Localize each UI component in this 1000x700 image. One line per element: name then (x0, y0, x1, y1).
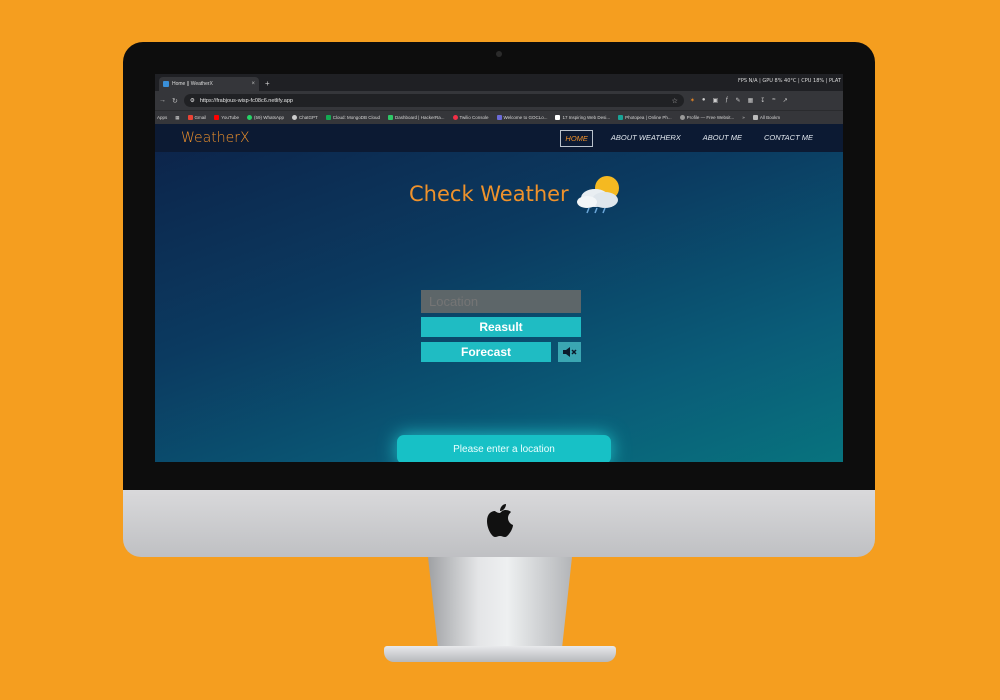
apps-grid-icon[interactable]: ▦ (175, 115, 179, 121)
imac-stand-neck (428, 557, 572, 649)
bookmark-goclo[interactable]: Welcome to GOCLo... (496, 115, 547, 120)
bookmark-photopea[interactable]: Photopea | Online Ph... (618, 115, 672, 120)
camera-icon (496, 51, 502, 57)
new-tab-button[interactable]: + (265, 77, 270, 91)
nav-contact-me[interactable]: CONTACT ME (760, 130, 817, 147)
gmail-icon (187, 115, 193, 120)
reload-icon[interactable]: ↻ (172, 97, 178, 105)
chatgpt-icon (292, 115, 297, 120)
screen: Home || WeatherX × + FPS N/A | GPU 8% 40… (155, 74, 843, 462)
bookmarks-more-button[interactable]: » (742, 115, 745, 120)
result-button[interactable]: Reasult (421, 317, 581, 337)
site-navbar: WeatherX HOME ABOUT WEATHERX ABOUT ME CO… (155, 124, 843, 152)
bookmark-hackerrank[interactable]: Dashboard | HackerRa... (388, 115, 445, 120)
speaker-muted-icon (562, 347, 577, 357)
bookmarks-bar: Apps ▦ Gmail YouTube (59) WhatsApp ChatG… (155, 110, 843, 124)
mongodb-icon (325, 115, 331, 120)
weather-page: WeatherX HOME ABOUT WEATHERX ABOUT ME CO… (155, 124, 843, 462)
extension-icon[interactable]: ▣ (713, 97, 719, 104)
apple-logo-icon (487, 504, 513, 537)
system-stats: FPS N/A | GPU 8% 40°C | CPU 18% | PLAT (738, 78, 841, 84)
download-icon[interactable]: ↧ (760, 97, 765, 104)
web-design-icon (555, 115, 561, 120)
extension-icon[interactable]: ≈ (772, 97, 775, 104)
nav-home[interactable]: HOME (560, 129, 593, 147)
folder-icon (752, 115, 758, 120)
bookmark-youtube[interactable]: YouTube (214, 115, 239, 120)
status-message: Please enter a location (397, 435, 611, 462)
bookmark-chatgpt[interactable]: ChatGPT (292, 115, 318, 120)
extension-icon[interactable]: ● (702, 97, 706, 104)
site-info-icon[interactable]: ⚙ (190, 98, 195, 104)
all-bookmarks[interactable]: All Bookm (752, 115, 780, 120)
extension-icon[interactable]: ✎ (736, 97, 741, 104)
mute-button[interactable] (558, 342, 581, 362)
whatsapp-icon (246, 115, 252, 120)
extension-icon[interactable]: ✶ (690, 97, 695, 104)
bookmark-apps[interactable]: Apps (157, 115, 167, 120)
bookmark-whatsapp[interactable]: (59) WhatsApp (246, 115, 284, 120)
tab-title: Home || WeatherX (172, 81, 213, 87)
goclo-icon (496, 115, 502, 120)
location-input[interactable] (421, 290, 581, 313)
bookmark-gmail[interactable]: Gmail (187, 115, 206, 120)
bookmark-inspiring-web[interactable]: 17 Inspiring Web Desi... (555, 115, 610, 120)
address-bar[interactable]: ⚙ https://frabjous-wisp-fc08c6.netlify.a… (183, 94, 684, 107)
extension-icon[interactable]: ↗ (783, 97, 788, 104)
back-icon[interactable]: → (159, 97, 166, 104)
page-title: Check Weather (409, 182, 569, 206)
nav-about-weatherx[interactable]: ABOUT WEATHERX (607, 130, 685, 147)
weather-cloud-sun-icon (576, 176, 619, 214)
forecast-button[interactable]: Forecast (421, 342, 551, 362)
hackerrank-icon (388, 115, 394, 120)
twilio-icon (452, 115, 458, 120)
brand-logo[interactable]: WeatherX (181, 130, 250, 146)
nav-about-me[interactable]: ABOUT ME (699, 130, 746, 147)
bookmark-star-icon[interactable]: ☆ (672, 97, 678, 105)
bookmark-profile[interactable]: Profile — Free Websit... (679, 115, 734, 120)
address-bar-row: → ↻ ⚙ https://frabjous-wisp-fc08c6.netli… (155, 91, 843, 110)
page-heading: Check Weather (409, 172, 625, 216)
browser-tab[interactable]: Home || WeatherX × (159, 77, 259, 91)
url-text: https://frabjous-wisp-fc08c6.netlify.app (199, 97, 293, 104)
youtube-icon (214, 115, 220, 120)
imac-chin (123, 490, 875, 557)
browser-tab-bar: Home || WeatherX × + FPS N/A | GPU 8% 40… (155, 74, 843, 91)
bookmark-mongodb[interactable]: Cloud: MongoDB Cloud (325, 115, 380, 120)
profile-icon (679, 115, 685, 120)
nav-links: HOME ABOUT WEATHERX ABOUT ME CONTACT ME (560, 129, 817, 147)
photopea-icon (618, 115, 624, 120)
imac-stand-foot (384, 646, 616, 662)
tab-close-icon[interactable]: × (251, 81, 255, 87)
extension-icon[interactable]: ƒ (725, 97, 728, 104)
favicon-icon (163, 81, 169, 87)
extension-icons: ✶ ● ▣ ƒ ✎ ▦ ↧ ≈ ↗ (690, 97, 788, 104)
puzzle-icon[interactable]: ▦ (748, 97, 754, 104)
bookmark-twilio[interactable]: Twilio Console (452, 115, 489, 120)
